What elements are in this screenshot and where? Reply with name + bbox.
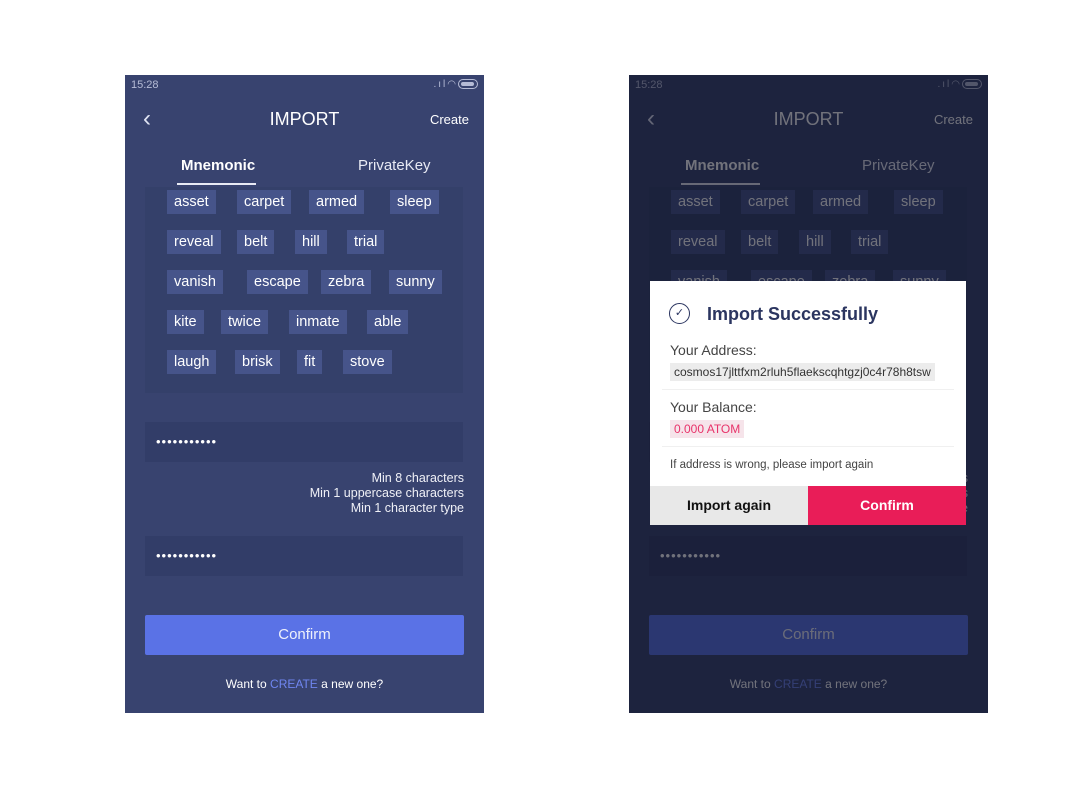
active-tab-indicator: [177, 183, 256, 185]
mnemonic-word[interactable]: armed: [309, 190, 365, 214]
mnemonic-word[interactable]: escape: [247, 270, 308, 294]
tab-mnemonic[interactable]: Mnemonic: [181, 157, 255, 174]
mnemonic-word[interactable]: brisk: [235, 350, 280, 374]
status-bar: 15:28 .ıl◠: [125, 75, 484, 95]
header: ‹IMPORTCreate: [125, 95, 484, 143]
mnemonic-word[interactable]: belt: [237, 230, 275, 254]
mnemonic-word[interactable]: asset: [167, 190, 216, 214]
password-hints: Min 8 charactersMin 1 uppercase characte…: [310, 471, 464, 516]
mnemonic-word[interactable]: hill: [295, 230, 327, 254]
password-input[interactable]: •••••••••••: [145, 422, 463, 462]
mnemonic-word[interactable]: sunny: [389, 270, 442, 294]
tab-bar: Mnemonic PrivateKey: [125, 143, 484, 187]
tab-privatekey[interactable]: PrivateKey: [358, 157, 431, 174]
mnemonic-word[interactable]: carpet: [237, 190, 292, 214]
mnemonic-word[interactable]: stove: [343, 350, 392, 374]
dialog-confirm-button[interactable]: Confirm: [808, 486, 966, 525]
password-hint: Min 8 characters: [371, 471, 464, 485]
import-success-dialog: ✓ Import Successfully Your Address: cosm…: [650, 281, 966, 525]
mnemonic-word[interactable]: laugh: [167, 350, 217, 374]
create-link-inline[interactable]: CREATE: [270, 677, 318, 691]
mnemonic-word[interactable]: kite: [167, 310, 204, 334]
create-prompt-suffix: a new one?: [317, 677, 384, 691]
battery-icon: [458, 79, 478, 90]
status-icons: .ıl◠: [433, 79, 478, 90]
dialog-title: Import Successfully: [707, 304, 879, 324]
password-hint: Min 1 uppercase characters: [309, 486, 464, 500]
address-label: Your Address:: [670, 342, 757, 358]
mnemonic-word[interactable]: vanish: [167, 270, 223, 294]
mnemonic-word[interactable]: sleep: [390, 190, 439, 214]
import-again-button[interactable]: Import again: [650, 486, 808, 525]
mnemonic-word[interactable]: able: [367, 310, 409, 334]
phone-screen-import: 15:28 .ıl◠ ‹ IMPORT Create Mnemonic PrivateKey…: [125, 75, 484, 713]
status-time: 15:28: [131, 79, 159, 91]
balance-value: 0.000 ATOM: [670, 420, 745, 438]
confirm-password-input[interactable]: •••••••••••: [145, 536, 463, 576]
mnemonic-word[interactable]: inmate: [289, 310, 347, 334]
create-prompt-prefix: Want to: [225, 677, 271, 691]
divider: [662, 389, 954, 390]
divider: [662, 446, 954, 447]
confirm-button[interactable]: Confirm: [145, 615, 464, 655]
mnemonic-word[interactable]: fit: [297, 350, 323, 374]
wifi-icon: ◠: [447, 79, 458, 90]
mnemonic-word[interactable]: zebra: [321, 270, 372, 294]
create-prompt: Want to CREATE a new one?: [125, 677, 484, 691]
create-link[interactable]: Create: [430, 112, 469, 127]
check-circle-icon: ✓: [669, 303, 690, 324]
balance-label: Your Balance:: [670, 399, 757, 415]
mnemonic-word[interactable]: twice: [221, 310, 269, 334]
password-hint: Min 1 character type: [350, 501, 464, 515]
dialog-note: If address is wrong, please import again: [670, 459, 874, 471]
mnemonic-word-grid: asset carpet armed sleep reveal belt hill trial…: [145, 187, 463, 393]
address-value: cosmos17jlttfxm2rluh5flaekscqhtgzj0c4r78…: [670, 363, 935, 381]
mnemonic-word[interactable]: reveal: [167, 230, 221, 254]
mnemonic-word[interactable]: trial: [347, 230, 385, 254]
signal-icon: .ıl: [433, 79, 448, 90]
